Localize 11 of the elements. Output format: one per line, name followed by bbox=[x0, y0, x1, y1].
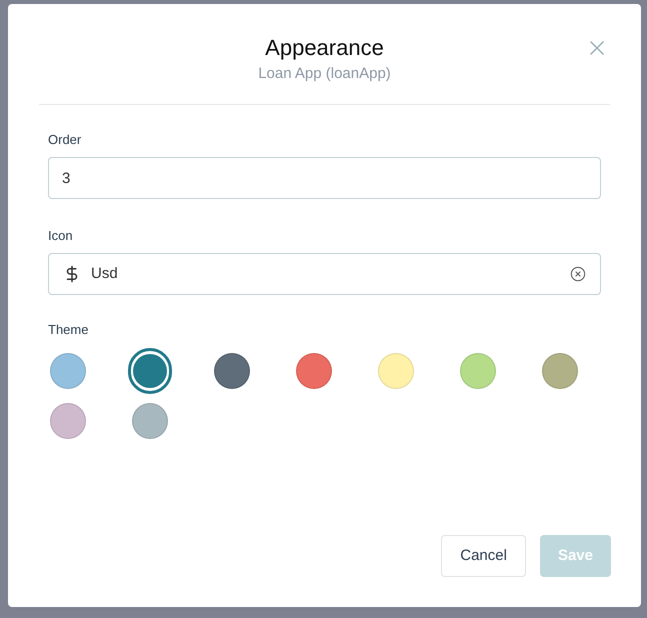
field-label: Theme bbox=[48, 321, 90, 339]
icon-select[interactable]: Usd bbox=[48, 253, 601, 295]
icon-value: Usd bbox=[91, 264, 118, 284]
field-label: Order bbox=[48, 131, 82, 149]
clear-icon[interactable] bbox=[570, 266, 586, 282]
order-input[interactable]: 3 bbox=[48, 157, 601, 199]
dialog-title: Appearance bbox=[265, 34, 384, 62]
theme-swatch[interactable] bbox=[128, 348, 172, 394]
cancel-button[interactable]: Cancel bbox=[441, 535, 526, 577]
dialog-subtitle: Loan App (loanApp) bbox=[258, 64, 391, 84]
field-label: Icon bbox=[48, 227, 74, 245]
